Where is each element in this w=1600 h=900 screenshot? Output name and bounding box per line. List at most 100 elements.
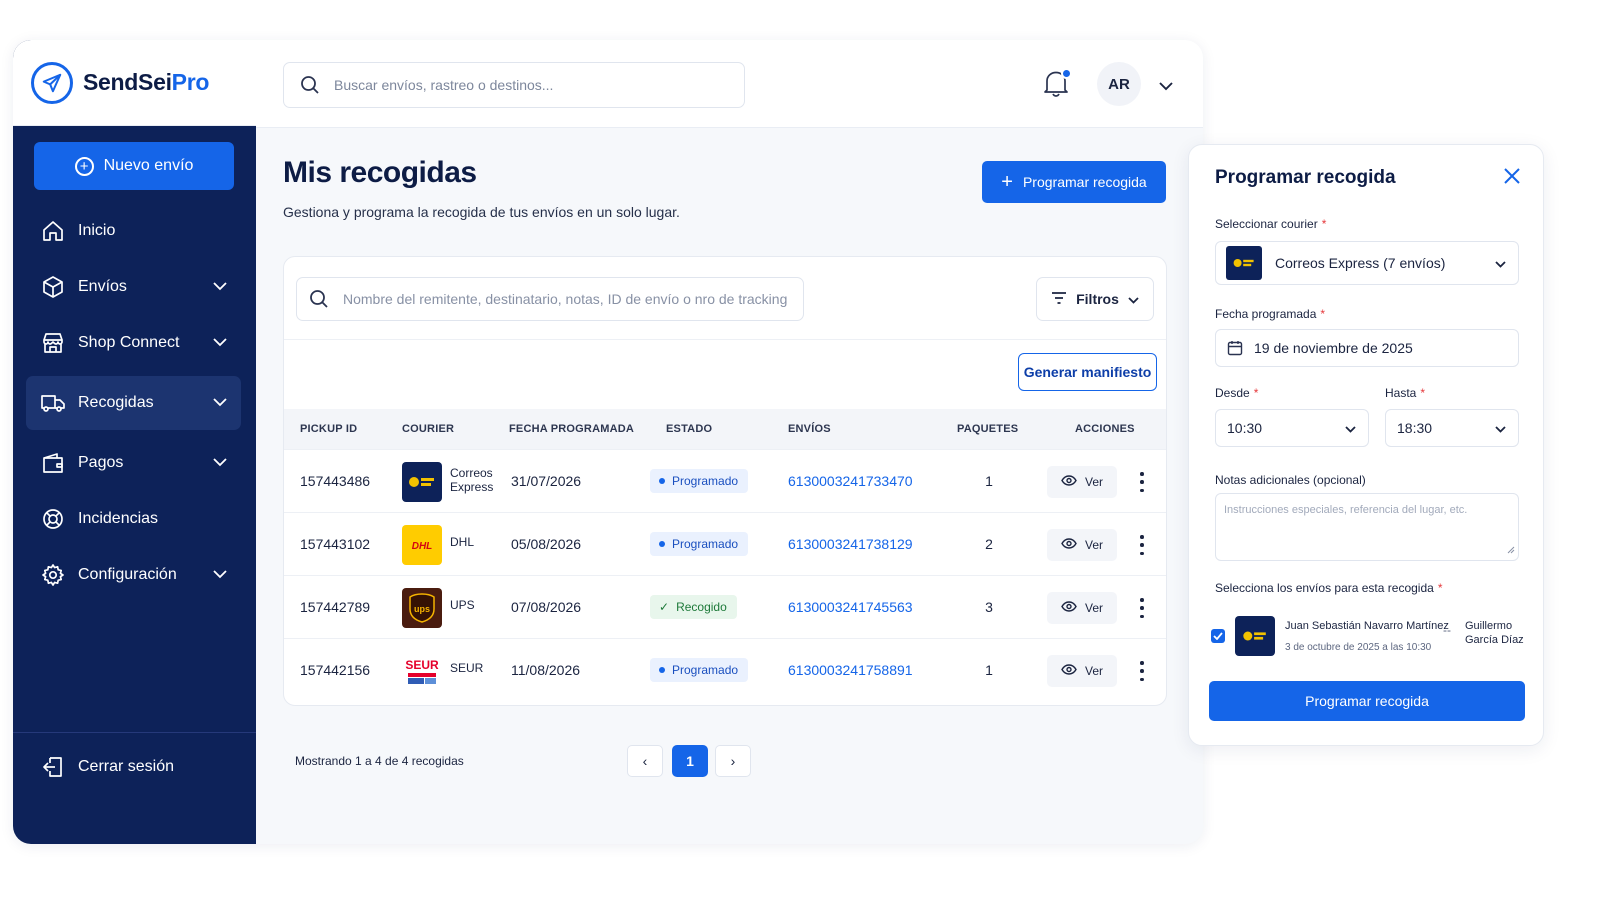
correos-express-logo <box>1226 246 1262 280</box>
courier-label: Seleccionar courier * <box>1215 217 1327 231</box>
sidebar: SendSeiPro + Nuevo envío Inicio Envíos S… <box>13 40 256 844</box>
correos-express-logo <box>402 462 442 502</box>
view-button[interactable]: Ver <box>1047 592 1117 624</box>
sidebar-item-envios[interactable]: Envíos <box>26 260 241 314</box>
close-icon[interactable] <box>1503 167 1521 190</box>
table-row[interactable]: 157442789 ups UPS 07/08/2026 ✓ Recogido 6… <box>284 575 1166 638</box>
table-row[interactable]: 157443486 Correos Express 31/07/2026 Prog… <box>284 449 1166 512</box>
column-header: COURIER <box>402 423 455 435</box>
new-shipment-label: Nuevo envío <box>103 157 194 174</box>
shipment-list-item[interactable]: Juan Sebastián Navarro Martínez 3 de oct… <box>1209 607 1525 661</box>
status-badge: Programado <box>650 658 749 682</box>
from-label: Desde * <box>1215 386 1259 400</box>
sidebar-item-pagos[interactable]: Pagos <box>26 436 241 490</box>
notes-textarea[interactable]: Instrucciones especiales, referencia del… <box>1215 493 1519 561</box>
sidebar-item-configuracion[interactable]: Configuración <box>26 548 241 602</box>
sidebar-item-inicio[interactable]: Inicio <box>26 204 241 258</box>
search-icon <box>309 289 329 309</box>
shipment-checkbox[interactable] <box>1211 629 1225 643</box>
brand-logo[interactable]: SendSeiPro <box>13 40 256 126</box>
chevron-down-icon <box>213 278 227 296</box>
table-row[interactable]: 157443102 DHL DHL 05/08/2026 Programado … <box>284 512 1166 575</box>
chevron-down-icon <box>1495 420 1506 436</box>
pickups-card: Nombre del remitente, destinatario, nota… <box>283 256 1167 706</box>
scheduled-date: 05/08/2026 <box>511 536 582 552</box>
sidebar-item-label: Configuración <box>78 566 177 583</box>
column-header: ACCIONES <box>1075 423 1135 435</box>
pagination-next-button[interactable]: › <box>715 745 751 777</box>
column-header: FECHA PROGRAMADA <box>509 423 635 435</box>
lifebuoy-icon <box>40 506 66 532</box>
more-options-icon[interactable] <box>1139 661 1145 681</box>
pickups-search-input[interactable]: Nombre del remitente, destinatario, nota… <box>296 277 804 321</box>
chevron-down-icon <box>213 394 227 412</box>
sidebar-divider <box>13 732 256 733</box>
courier-name: SEUR <box>450 661 484 675</box>
eye-icon <box>1061 601 1077 615</box>
global-search-input[interactable]: Buscar envíos, rastreo o destinos... <box>283 62 745 108</box>
shipment-link[interactable]: 6130003241758891 <box>788 662 913 678</box>
date-label: Fecha programada * <box>1215 307 1326 321</box>
status-dot <box>659 667 665 673</box>
to-time-select[interactable]: 18:30 <box>1385 409 1519 447</box>
schedule-pickup-button[interactable]: + Programar recogida <box>982 161 1166 203</box>
generate-manifest-button[interactable]: Generar manifiesto <box>1018 353 1157 391</box>
more-options-icon[interactable] <box>1139 472 1145 492</box>
more-options-icon[interactable] <box>1139 598 1145 618</box>
column-header: ENVÍOS <box>788 423 831 435</box>
date-field[interactable]: 19 de noviembre de 2025 <box>1215 329 1519 367</box>
home-icon <box>40 218 66 244</box>
view-button[interactable]: Ver <box>1047 529 1117 561</box>
shipment-link[interactable]: 6130003241745563 <box>788 599 913 615</box>
shipment-link[interactable]: 6130003241733470 <box>788 473 913 489</box>
sidebar-item-shop-connect[interactable]: Shop Connect <box>26 316 241 370</box>
svg-text:DHL: DHL <box>412 541 433 551</box>
shipment-separator: -- <box>1443 623 1451 637</box>
app-window: SendSeiPro + Nuevo envío Inicio Envíos S… <box>13 40 1203 844</box>
gear-icon <box>40 562 66 588</box>
sidebar-nav: Inicio Envíos Shop Connect Recogidas Pag… <box>26 204 241 604</box>
more-options-icon[interactable] <box>1139 535 1145 555</box>
sidebar-item-label: Pagos <box>78 454 124 471</box>
shipment-link[interactable]: 6130003241738129 <box>788 536 913 552</box>
resize-handle-icon[interactable] <box>1507 545 1515 557</box>
packages-count: 1 <box>985 662 993 678</box>
pagination-prev-button[interactable]: ‹ <box>627 745 663 777</box>
pickups-search-placeholder: Nombre del remitente, destinatario, nota… <box>343 291 788 307</box>
box-icon <box>40 274 66 300</box>
table-row[interactable]: 157442156 SEUR SEUR 11/08/2026 Programad… <box>284 638 1166 701</box>
status-dot <box>659 541 665 547</box>
logout-label: Cerrar sesión <box>78 758 175 775</box>
store-icon <box>40 330 66 356</box>
chevron-down-icon <box>1345 420 1356 436</box>
page-title: Mis recogidas <box>283 156 477 189</box>
status-badge: ✓ Recogido <box>650 595 737 619</box>
courier-select[interactable]: Correos Express (7 envíos) <box>1215 241 1519 285</box>
pagination-page-button[interactable]: 1 <box>672 745 708 777</box>
panel-title: Programar recogida <box>1215 167 1396 188</box>
notifications-button[interactable] <box>1042 68 1072 100</box>
scheduled-date: 31/07/2026 <box>511 473 582 489</box>
view-button[interactable]: Ver <box>1047 655 1117 687</box>
sidebar-item-recogidas[interactable]: Recogidas <box>26 376 241 430</box>
from-time-select[interactable]: 10:30 <box>1215 409 1369 447</box>
chevron-down-icon <box>213 566 227 584</box>
chevron-down-icon[interactable] <box>1159 78 1173 96</box>
ups-logo: ups <box>402 588 442 628</box>
filters-button[interactable]: Filtros <box>1036 277 1154 321</box>
avatar[interactable]: AR <box>1097 62 1141 106</box>
notes-label: Notas adicionales (opcional) <box>1215 473 1366 487</box>
pickup-id: 157442156 <box>300 662 371 678</box>
packages-count: 1 <box>985 473 993 489</box>
logout-icon <box>40 754 66 780</box>
sidebar-item-incidencias[interactable]: Incidencias <box>26 492 241 546</box>
new-shipment-button[interactable]: + Nuevo envío <box>34 142 234 190</box>
view-button[interactable]: Ver <box>1047 466 1117 498</box>
chevron-down-icon <box>213 334 227 352</box>
logout-button[interactable]: Cerrar sesión <box>40 754 174 780</box>
status-badge: Programado <box>650 469 749 493</box>
global-search-placeholder: Buscar envíos, rastreo o destinos... <box>334 77 554 93</box>
submit-schedule-button[interactable]: Programar recogida <box>1209 681 1525 721</box>
sidebar-item-label: Incidencias <box>78 510 159 527</box>
shipment-date: 3 de octubre de 2025 a las 10:30 <box>1285 642 1432 653</box>
